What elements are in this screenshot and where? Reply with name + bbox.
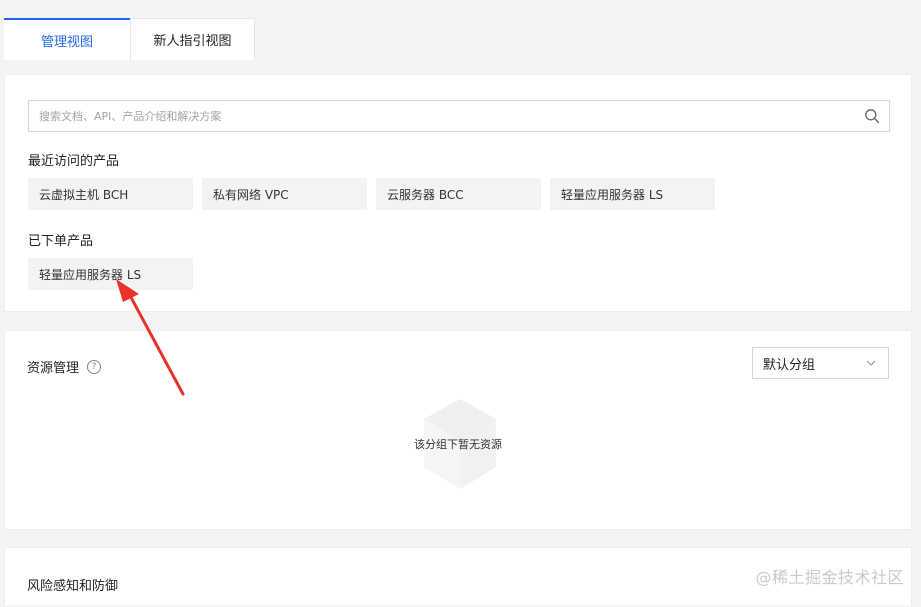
resource-management-label: 资源管理 (27, 361, 80, 376)
risk-defense-title: 风险感知和防御 (27, 579, 119, 594)
watermark: @稀土掘金技术社区 (755, 568, 904, 587)
chevron-down-icon (866, 360, 876, 366)
ordered-product-ls[interactable]: 轻量应用服务器 LS (28, 258, 193, 290)
tab-onboarding-view[interactable]: 新人指引视图 (130, 18, 255, 60)
tab-management-view[interactable]: 管理视图 (4, 18, 130, 60)
recent-product-ls[interactable]: 轻量应用服务器 LS (550, 178, 715, 210)
resource-management-title: 资源管理 ? (27, 357, 102, 376)
recent-product-bch[interactable]: 云虚拟主机 BCH (28, 178, 193, 210)
help-icon[interactable]: ? (87, 359, 102, 374)
search-box (28, 100, 890, 132)
search-input[interactable] (29, 101, 889, 131)
group-select-value: 默认分组 (763, 357, 816, 373)
resource-management-panel: 资源管理 ? 默认分组 该分组下暂无资源 (4, 330, 912, 530)
ordered-products-label: 已下单产品 (28, 234, 94, 249)
recent-product-bcc[interactable]: 云服务器 BCC (376, 178, 541, 210)
quick-access-panel: 最近访问的产品 云虚拟主机 BCH 私有网络 VPC 云服务器 BCC 轻量应用… (4, 74, 912, 312)
view-tabs: 管理视图 新人指引视图 (0, 0, 921, 60)
group-select[interactable]: 默认分组 (752, 347, 889, 379)
search-icon[interactable] (864, 108, 880, 124)
recent-product-vpc[interactable]: 私有网络 VPC (202, 178, 367, 210)
recent-products-label: 最近访问的产品 (28, 154, 120, 169)
empty-state-text: 该分组下暂无资源 (414, 438, 502, 451)
